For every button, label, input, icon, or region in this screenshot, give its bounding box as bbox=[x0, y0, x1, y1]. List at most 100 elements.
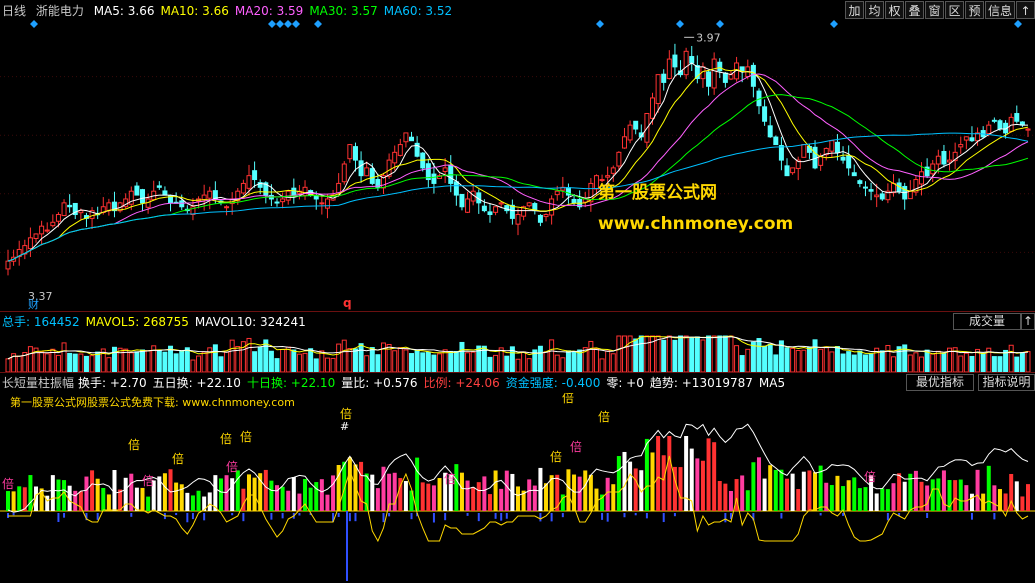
candle-body bbox=[364, 167, 370, 177]
indicator-bar bbox=[1003, 493, 1008, 511]
candle-body bbox=[661, 73, 667, 83]
candle-body bbox=[605, 175, 611, 178]
candle-body bbox=[834, 141, 840, 153]
indicator-bar bbox=[1026, 484, 1030, 511]
candle-body bbox=[840, 156, 846, 161]
volume-bar bbox=[196, 355, 202, 372]
candle-body bbox=[549, 198, 555, 216]
volume-bar bbox=[762, 345, 768, 372]
candle-body bbox=[207, 190, 213, 199]
candle-body bbox=[5, 260, 11, 270]
volume-bar bbox=[44, 353, 50, 372]
volume-bar bbox=[593, 348, 599, 372]
candle-body bbox=[722, 72, 728, 83]
indicator-bar bbox=[678, 467, 683, 511]
volume-bar bbox=[448, 350, 454, 372]
volume-bar bbox=[678, 335, 684, 372]
volume-bar bbox=[666, 335, 672, 372]
indicator-bar bbox=[218, 478, 223, 511]
volume-bar bbox=[958, 355, 964, 372]
indicator-bar bbox=[269, 480, 274, 511]
candle-body bbox=[515, 214, 521, 225]
volume-bar bbox=[621, 335, 627, 372]
indicator-bar bbox=[246, 474, 251, 511]
toolbar-button-4[interactable]: 窗 bbox=[925, 1, 944, 19]
indicator-bar bbox=[656, 436, 661, 511]
indicator-bar bbox=[213, 475, 218, 511]
indicator-bar bbox=[196, 490, 201, 511]
indicator-bar bbox=[11, 491, 16, 511]
indicator-bar bbox=[6, 491, 10, 511]
price-chart[interactable]: 3.973.37财 q bbox=[0, 18, 1035, 311]
candle-body bbox=[487, 211, 493, 216]
indicator-explain-button[interactable]: 指标说明 bbox=[978, 374, 1035, 391]
indicator-bar bbox=[482, 476, 487, 511]
period-label[interactable]: 日线 bbox=[2, 4, 26, 18]
volume-bar bbox=[672, 339, 678, 372]
volume-bar bbox=[364, 355, 370, 372]
toolbar-button-8[interactable]: ↑ bbox=[1016, 1, 1035, 19]
toolbar-button-5[interactable]: 区 bbox=[945, 1, 964, 19]
volume-indicator-button[interactable]: 成交量 bbox=[953, 313, 1021, 330]
toolbar-button-6[interactable]: 预 bbox=[965, 1, 984, 19]
indicator-chart[interactable]: 倍倍倍倍倍倍倍倍倍倍倍倍倍倍# bbox=[0, 393, 1035, 583]
indicator-bar bbox=[835, 475, 840, 511]
indicator-bar bbox=[308, 487, 313, 511]
indicator-bar bbox=[756, 457, 761, 511]
indicator-bar bbox=[532, 485, 537, 511]
candle-body bbox=[801, 144, 807, 158]
volume-chart[interactable] bbox=[0, 332, 1035, 372]
volume-bar bbox=[257, 346, 263, 372]
candle-body bbox=[862, 186, 868, 189]
indicator-bar bbox=[622, 451, 627, 511]
toolbar-button-7[interactable]: 信息 bbox=[985, 1, 1015, 19]
candle-body bbox=[1008, 116, 1014, 132]
indicator-name[interactable]: 长短量柱振幅 bbox=[2, 376, 74, 390]
volume-value-1: MAVOL5: 268755 bbox=[85, 315, 189, 329]
volume-bar bbox=[790, 347, 796, 372]
candle-body bbox=[67, 204, 73, 208]
indicator-bar bbox=[684, 436, 689, 511]
toolbar-button-3[interactable]: 叠 bbox=[905, 1, 924, 19]
volume-bar bbox=[734, 345, 740, 372]
best-indicator-button[interactable]: 最优指标 bbox=[906, 374, 974, 391]
candle-body bbox=[509, 204, 515, 219]
indicator-bar bbox=[841, 486, 846, 511]
volume-bar bbox=[846, 351, 852, 372]
volume-bar bbox=[706, 335, 712, 372]
candle-body bbox=[778, 145, 784, 161]
indicator-bar bbox=[986, 465, 991, 511]
indicator-bar bbox=[913, 470, 918, 511]
bei-marker: 倍 bbox=[128, 437, 140, 452]
indicator-bar bbox=[790, 473, 795, 511]
volume-bar bbox=[414, 349, 420, 372]
volume-bar bbox=[694, 336, 700, 372]
indicator-bar bbox=[476, 482, 481, 511]
volume-bar bbox=[1003, 349, 1009, 372]
ma-value-0: MA5: 3.66 bbox=[93, 4, 155, 18]
toolbar-button-1[interactable]: 均 bbox=[865, 1, 884, 19]
toolbar-button-0[interactable]: 加 bbox=[845, 1, 864, 19]
volume-bar bbox=[67, 352, 73, 372]
candle-body bbox=[27, 237, 33, 250]
volume-arrow-button[interactable]: ↑ bbox=[1021, 313, 1035, 330]
candle-body bbox=[879, 193, 885, 200]
indicator-bar bbox=[504, 470, 509, 511]
indicator-bar bbox=[773, 469, 778, 511]
volume-bar bbox=[224, 351, 230, 372]
volume-bar bbox=[319, 350, 325, 372]
event-diamond-icon bbox=[268, 20, 276, 28]
volume-bar bbox=[218, 356, 224, 372]
volume-bar bbox=[963, 352, 969, 372]
ma-value-1: MA10: 3.66 bbox=[160, 4, 229, 18]
bei-marker: 倍 bbox=[864, 469, 876, 484]
bei-marker: 倍 bbox=[226, 459, 238, 474]
candle-body bbox=[874, 194, 880, 198]
indicator-bar bbox=[728, 490, 733, 511]
indicator-bar bbox=[106, 494, 111, 511]
event-diamond-icon bbox=[716, 20, 724, 28]
candle-body bbox=[397, 144, 403, 156]
volume-bar bbox=[252, 351, 258, 372]
toolbar-button-2[interactable]: 权 bbox=[885, 1, 904, 19]
candle-body bbox=[683, 50, 689, 76]
